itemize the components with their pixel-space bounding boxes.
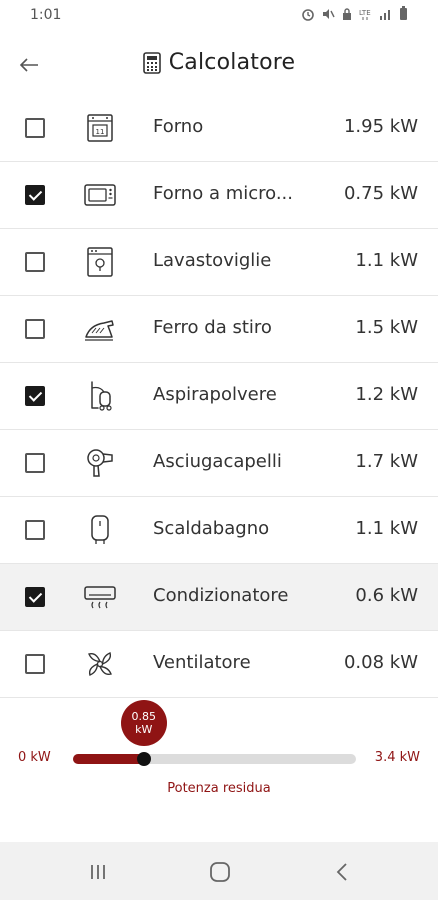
power-caption: Potenza residua [167, 781, 271, 796]
page-title: Calcolatore [168, 50, 296, 75]
svg-text:LTE: LTE [359, 9, 371, 17]
appliance-checkbox[interactable] [25, 587, 45, 607]
appliance-power: 1.2 kW [355, 384, 418, 405]
appliance-row[interactable]: 11 Forno 1.95 kW [0, 95, 438, 162]
hairdryer-icon [87, 449, 113, 477]
appliance-power: 1.1 kW [355, 518, 418, 539]
svg-text:11: 11 [96, 128, 105, 136]
recent-apps-button[interactable] [78, 860, 118, 884]
power-unit: kW [135, 723, 153, 736]
appliance-row[interactable]: Scaldabagno 1.1 kW [0, 497, 438, 564]
appliance-list: 11 Forno 1.95 kW Forno a micro... 0.75 k… [0, 95, 438, 698]
appliance-row[interactable]: Aspirapolvere 1.2 kW [0, 363, 438, 430]
appliance-name: Forno [153, 116, 204, 137]
appliance-power: 0.6 kW [355, 585, 418, 606]
power-value: 0.85 [131, 710, 157, 723]
appliance-power: 1.7 kW [355, 451, 418, 472]
power-slider-thumb[interactable] [136, 752, 151, 766]
power-meter: 0.85 kW 0 kW 3.4 kW Potenza residua [0, 695, 438, 805]
appliance-row[interactable]: Ferro da stiro 1.5 kW [0, 296, 438, 363]
recent-apps-icon [91, 865, 105, 879]
appliance-checkbox[interactable] [25, 185, 45, 205]
appliance-checkbox[interactable] [25, 252, 45, 272]
chevron-left-icon [336, 863, 347, 881]
appliance-power: 1.5 kW [355, 317, 418, 338]
power-slider-track[interactable] [73, 754, 356, 764]
appliance-name: Scaldabagno [153, 518, 270, 539]
appliance-name: Aspirapolvere [153, 384, 277, 405]
appliance-name: Condizionatore [153, 585, 289, 606]
lte-icon: LTE [359, 9, 371, 20]
status-time: 1:01 [30, 7, 62, 23]
power-value-bubble: 0.85 kW [120, 700, 167, 746]
battery-icon [400, 6, 407, 20]
appliance-row[interactable]: Ventilatore 0.08 kW [0, 631, 438, 698]
oven-icon: 11 [87, 114, 113, 142]
vacuum-icon [91, 381, 112, 411]
appliance-checkbox[interactable] [25, 319, 45, 339]
water-heater-icon [91, 515, 109, 544]
appliance-checkbox[interactable] [25, 520, 45, 540]
home-button[interactable] [200, 860, 240, 884]
appliance-power: 0.08 kW [343, 652, 418, 673]
appliance-name: Ventilatore [153, 652, 251, 673]
status-icons: LTE [301, 6, 408, 21]
appliance-row[interactable]: Forno a micro... 0.75 kW [0, 162, 438, 229]
alarm-icon [302, 8, 314, 21]
iron-icon [85, 320, 114, 341]
mute-icon [323, 8, 335, 19]
title-wrap: Calcolatore [0, 50, 438, 75]
status-bar: 1:01 LTE [0, 0, 438, 32]
appliance-checkbox[interactable] [25, 118, 45, 138]
calculator-icon [142, 51, 161, 74]
appliance-name: Ferro da stiro [153, 317, 272, 338]
nav-bar [0, 842, 438, 900]
signal-icon [380, 9, 390, 20]
appliance-checkbox[interactable] [25, 654, 45, 674]
appliance-checkbox[interactable] [25, 453, 45, 473]
microwave-icon [84, 184, 116, 206]
home-icon [210, 862, 230, 882]
appliance-name: Asciugacapelli [153, 451, 282, 472]
air-conditioner-icon [84, 586, 116, 609]
appliance-name: Lavastoviglie [153, 250, 272, 271]
power-slider-fill [73, 754, 144, 764]
appliance-power: 1.1 kW [355, 250, 418, 271]
lock-icon [343, 7, 351, 20]
appliance-row[interactable]: Condizionatore 0.6 kW [0, 564, 438, 631]
back-nav-button[interactable] [322, 860, 362, 884]
appliance-power: 0.75 kW [343, 183, 418, 204]
appliance-row[interactable]: Lavastoviglie 1.1 kW [0, 229, 438, 296]
fan-icon [88, 652, 112, 676]
appliance-power: 1.95 kW [343, 116, 418, 137]
appliance-row[interactable]: Asciugacapelli 1.7 kW [0, 430, 438, 497]
appliance-name: Forno a micro... [153, 183, 294, 204]
app-header: Calcolatore [0, 32, 438, 96]
power-max-label: 3.4 kW [374, 750, 420, 765]
dishwasher-icon [87, 247, 113, 277]
appliance-checkbox[interactable] [25, 386, 45, 406]
power-min-label: 0 kW [18, 750, 51, 765]
